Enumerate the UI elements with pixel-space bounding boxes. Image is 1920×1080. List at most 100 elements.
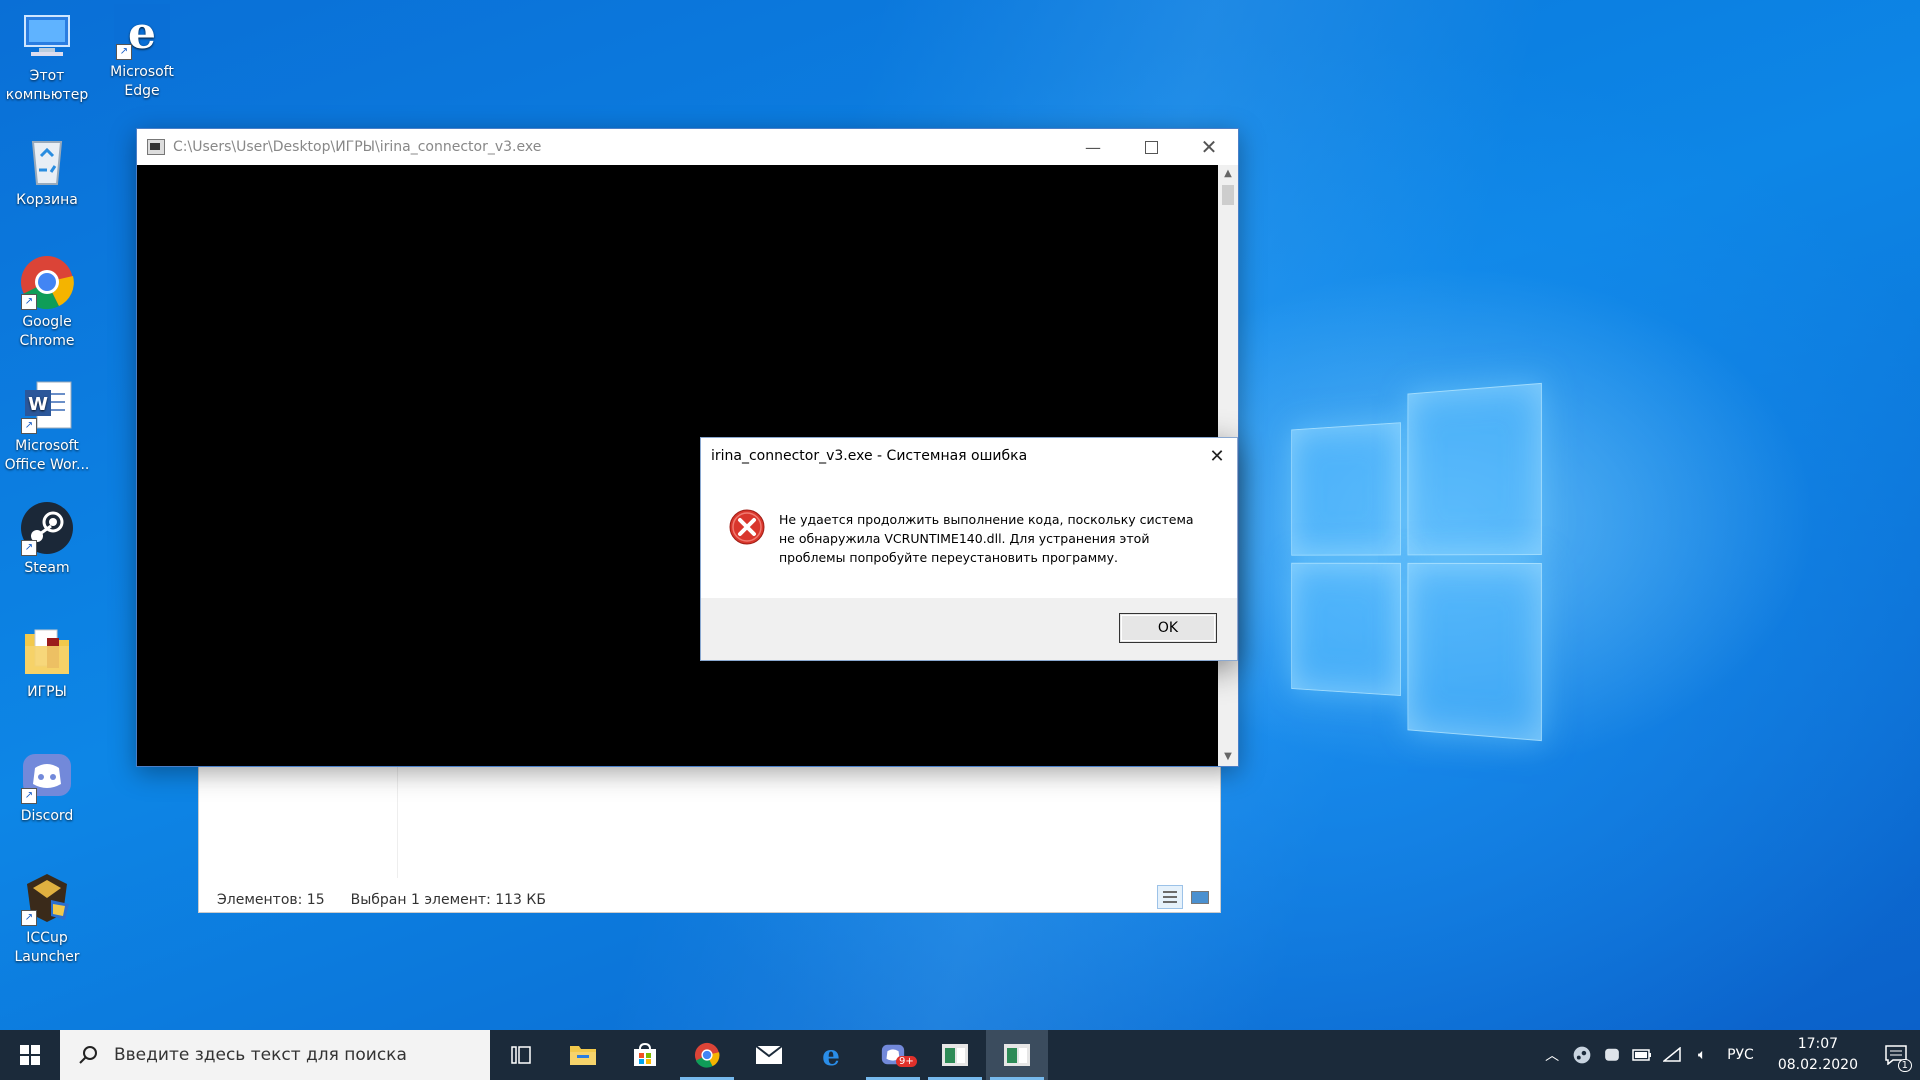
recycle-bin-icon	[19, 132, 75, 188]
desktop-icon-games-folder[interactable]: ИГРЫ	[0, 624, 94, 702]
shortcut-arrow-icon: ↗	[21, 910, 37, 926]
speaker-icon: 🔈︎	[1697, 1047, 1707, 1063]
desktop-icon-label: Google Chrome	[19, 314, 75, 349]
tray-network[interactable]	[1657, 1030, 1687, 1080]
maximize-icon	[1144, 140, 1158, 154]
discord-icon	[1605, 1048, 1619, 1061]
navigation-pane-divider	[397, 765, 398, 878]
taskbar: Введите здесь текст для поиска e 9+ ︿ 🔈︎…	[0, 1030, 1920, 1080]
console-titlebar[interactable]: C:\Users\User\Desktop\ИГРЫ\irina_connect…	[137, 129, 1238, 165]
tray-discord[interactable]	[1597, 1030, 1627, 1080]
close-icon: ✕	[1200, 135, 1218, 159]
svg-text:e: e	[128, 8, 156, 59]
taskbar-search-box[interactable]: Введите здесь текст для поиска	[60, 1030, 490, 1080]
taskbar-edge[interactable]: e	[800, 1030, 862, 1080]
explorer-status-bar: Элементов: 15 Выбран 1 элемент: 113 КБ	[217, 892, 546, 908]
show-hidden-icons-button[interactable]: ︿	[1537, 1030, 1567, 1080]
desktop-icon-word[interactable]: W ↗ Microsoft Office Wor...	[0, 378, 94, 475]
scroll-up-icon[interactable]: ▲	[1218, 165, 1238, 183]
taskbar-console-window[interactable]	[986, 1030, 1048, 1080]
desktop-icon-label: Microsoft Edge	[110, 64, 174, 99]
battery-icon	[1632, 1049, 1652, 1061]
taskbar-discord[interactable]: 9+	[862, 1030, 924, 1080]
details-view-icon[interactable]	[1157, 885, 1183, 909]
dialog-title: irina_connector_v3.exe - Системная ошибк…	[711, 448, 1028, 464]
desktop-icon-label: Корзина	[16, 192, 78, 208]
view-toggle	[1157, 885, 1212, 909]
desktop-icon-edge[interactable]: e ↗ Microsoft Edge	[95, 4, 189, 101]
notification-count: 1	[1897, 1059, 1912, 1072]
window-app-icon	[942, 1044, 968, 1066]
desktop-icon-label: Этот компьютер	[5, 68, 89, 103]
tray-volume[interactable]: 🔈︎	[1687, 1030, 1717, 1080]
clock-date: 08.02.2020	[1777, 1057, 1858, 1073]
clock-time: 17:07	[1797, 1036, 1839, 1052]
maximize-button[interactable]	[1122, 129, 1180, 165]
taskbar-explorer[interactable]	[552, 1030, 614, 1080]
large-icons-view-icon[interactable]	[1186, 885, 1212, 909]
shortcut-arrow-icon: ↗	[21, 418, 37, 434]
action-center-button[interactable]: 1	[1872, 1030, 1920, 1080]
desktop-icon-this-pc[interactable]: Этот компьютер	[0, 8, 94, 105]
task-view-button[interactable]	[490, 1030, 552, 1080]
windows-start-icon	[20, 1045, 40, 1065]
svg-text:W: W	[28, 394, 48, 415]
word-document-icon: W ↗	[19, 378, 75, 434]
edge-icon: e ↗	[114, 4, 170, 60]
dialog-button-area: OK	[701, 598, 1237, 660]
folder-icon	[19, 624, 75, 680]
task-view-icon	[511, 1046, 531, 1064]
desktop-icon-label: ИГРЫ	[27, 684, 67, 700]
taskbar-clock[interactable]: 17:07 08.02.2020	[1764, 1034, 1872, 1076]
error-icon	[729, 509, 765, 545]
taskbar-store[interactable]	[614, 1030, 676, 1080]
desktop-icon-label: ICCup Launcher	[14, 930, 80, 965]
shortcut-arrow-icon: ↗	[21, 788, 37, 804]
windows-logo-wallpaper	[1291, 382, 1542, 742]
scrollbar-thumb[interactable]	[1222, 185, 1234, 205]
start-button[interactable]	[0, 1030, 60, 1080]
desktop-icon-label: Microsoft Office Wor...	[4, 438, 90, 473]
iccup-launcher-icon: ↗	[19, 870, 75, 926]
items-count: Элементов: 15	[217, 892, 325, 908]
wifi-icon	[1663, 1047, 1681, 1062]
taskbar-explorer-window[interactable]	[924, 1030, 986, 1080]
input-language[interactable]: РУС	[1717, 1047, 1764, 1063]
file-explorer-window: Элементов: 15 Выбран 1 элемент: 113 КБ	[198, 765, 1221, 913]
minimize-icon: —	[1085, 137, 1101, 157]
minimize-button[interactable]: —	[1064, 129, 1122, 165]
taskbar-chrome[interactable]	[676, 1030, 738, 1080]
scroll-down-icon[interactable]: ▼	[1218, 748, 1238, 766]
console-app-icon	[147, 139, 165, 155]
store-icon	[634, 1043, 656, 1066]
shortcut-arrow-icon: ↗	[21, 540, 37, 556]
taskbar-mail[interactable]	[738, 1030, 800, 1080]
ok-button[interactable]: OK	[1119, 613, 1217, 643]
steam-icon	[1573, 1046, 1591, 1064]
search-icon	[79, 1046, 97, 1064]
console-title: C:\Users\User\Desktop\ИГРЫ\irina_connect…	[173, 139, 542, 155]
desktop-icon-iccup[interactable]: ↗ ICCup Launcher	[0, 870, 94, 967]
selection-info: Выбран 1 элемент: 113 КБ	[350, 892, 546, 908]
desktop-icon-steam[interactable]: ↗ Steam	[0, 500, 94, 578]
error-message: Не удается продолжить выполнение кода, п…	[779, 512, 1194, 565]
desktop-icon-recycle-bin[interactable]: Корзина	[0, 132, 94, 210]
desktop-icon-label: Discord	[20, 808, 74, 824]
discord-icon: ↗	[19, 748, 75, 804]
chevron-up-icon: ︿	[1545, 1048, 1560, 1064]
desktop-icon-chrome[interactable]: ↗ Google Chrome	[0, 254, 94, 351]
close-button[interactable]: ✕	[1180, 129, 1238, 165]
system-error-dialog[interactable]: irina_connector_v3.exe - Системная ошибк…	[700, 437, 1238, 661]
system-tray: ︿ 🔈︎ РУС 17:07 08.02.2020 1	[1537, 1030, 1920, 1080]
discord-notification-badge: 9+	[896, 1056, 917, 1067]
svg-text:e: e	[822, 1041, 840, 1069]
tray-steam[interactable]	[1567, 1030, 1597, 1080]
close-icon: ✕	[1209, 445, 1225, 467]
console-app-icon	[1004, 1044, 1030, 1066]
file-explorer-icon	[570, 1046, 596, 1065]
dialog-close-button[interactable]: ✕	[1197, 438, 1237, 474]
shortcut-arrow-icon: ↗	[21, 294, 37, 310]
tray-battery[interactable]	[1627, 1030, 1657, 1080]
computer-icon	[19, 8, 75, 64]
desktop-icon-discord[interactable]: ↗ Discord	[0, 748, 94, 826]
